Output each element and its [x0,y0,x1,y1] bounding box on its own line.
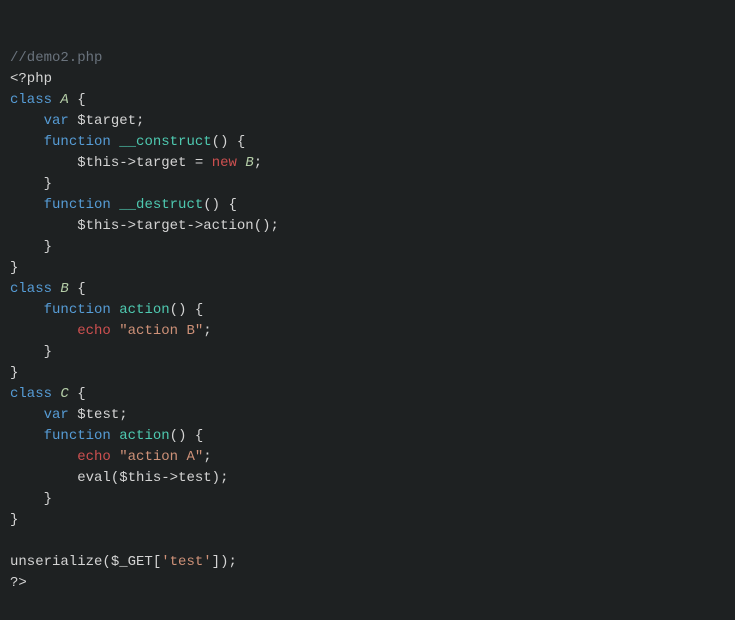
target-prop: target [136,155,186,171]
class-c: C [60,386,68,402]
rparen: ) [262,218,270,234]
rparen: ) [212,470,220,486]
action-fn: action [119,428,169,444]
construct-fn: __construct [119,134,211,150]
this-var: $this [119,470,161,486]
destruct-fn: __destruct [119,197,203,213]
var-kw: var [44,407,69,423]
lbracket: [ [153,554,161,570]
function-kw: function [44,302,111,318]
str-action-a: "action A" [119,449,203,465]
function-kw: function [44,197,111,213]
echo-kw: echo [77,449,111,465]
arrow-op: -> [186,218,203,234]
lparen: ( [212,134,220,150]
this-var: $this [77,155,119,171]
class-b-ref: B [245,155,253,171]
class-b: B [60,281,68,297]
rparen: ) [220,134,228,150]
rbrace: } [10,365,18,381]
lbrace: { [77,281,85,297]
semi: ; [203,449,211,465]
rparen: ) [178,302,186,318]
lparen: ( [170,302,178,318]
eval-call: eval [77,470,111,486]
rbrace: } [44,239,52,255]
class-a: A [60,92,68,108]
action-call: action [203,218,253,234]
lparen: ( [102,554,110,570]
semi: ; [220,470,228,486]
rbrace: } [10,260,18,276]
lparen: ( [170,428,178,444]
echo-kw: echo [77,323,111,339]
arrow-op: -> [119,155,136,171]
semi: ; [228,554,236,570]
rbrace: } [44,176,52,192]
class-kw: class [10,281,52,297]
var-kw: var [44,113,69,129]
class-kw: class [10,386,52,402]
var-test: $test [77,407,119,423]
lbrace: { [77,386,85,402]
action-fn: action [119,302,169,318]
this-var: $this [77,218,119,234]
var-target: $target [77,113,136,129]
rparen: ) [178,428,186,444]
rparen: ) [212,197,220,213]
function-kw: function [44,428,111,444]
lparen: ( [111,470,119,486]
arrow-op: -> [161,470,178,486]
php-open-tag: <?php [10,71,52,87]
function-kw: function [44,134,111,150]
unserialize-call: unserialize [10,554,102,570]
comment-line: //demo2.php [10,50,102,66]
lbrace: { [195,302,203,318]
new-kw: new [212,155,237,171]
semi: ; [254,155,262,171]
str-test: 'test' [161,554,211,570]
str-action-b: "action B" [119,323,203,339]
rbracket: ] [212,554,220,570]
lbrace: { [77,92,85,108]
lbrace: { [237,134,245,150]
class-kw: class [10,92,52,108]
get-superglobal: $_GET [111,554,153,570]
semi: ; [203,323,211,339]
lparen: ( [203,197,211,213]
semi: ; [271,218,279,234]
semi: ; [136,113,144,129]
eq-op: = [195,155,203,171]
target-prop: target [136,218,186,234]
lparen: ( [254,218,262,234]
test-prop: test [178,470,212,486]
php-close-tag: ?> [10,575,27,591]
semi: ; [119,407,127,423]
lbrace: { [195,428,203,444]
rbrace: } [10,512,18,528]
rbrace: } [44,491,52,507]
lbrace: { [228,197,236,213]
arrow-op: -> [119,218,136,234]
rbrace: } [44,344,52,360]
code-block: //demo2.php <?php class A { var $target;… [10,50,279,591]
